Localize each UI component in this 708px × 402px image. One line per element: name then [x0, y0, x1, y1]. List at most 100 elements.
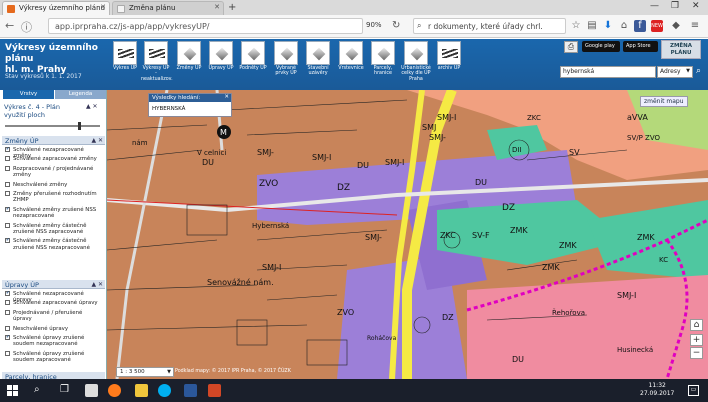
tool-upravy-up[interactable]: Úpravy ÚP	[206, 41, 236, 71]
checkbox-icon[interactable]: ✔	[5, 238, 10, 244]
map-label-ul1: Roháčova	[367, 335, 397, 342]
search-icon[interactable]: ⌕	[34, 384, 40, 395]
place-type-select[interactable]: Adresy ▼	[657, 66, 693, 78]
checkbox-icon[interactable]	[5, 222, 10, 228]
notification-icon[interactable]: ▭	[688, 385, 699, 396]
zoom-out-button[interactable]: −	[690, 347, 703, 359]
bookmark-star-icon[interactable]: ☆	[570, 20, 582, 32]
new-tab-icon[interactable]: +	[228, 2, 236, 13]
layer-checkbox[interactable]: Schválené změny částečně zrušené NSS zap…	[5, 222, 102, 236]
layer-checkbox[interactable]: Rozpracované / projednávané změny	[5, 165, 102, 179]
shield-icon[interactable]: ◆	[670, 20, 682, 32]
tool-zmeny-up[interactable]: Změny ÚP	[174, 41, 204, 71]
tool-vykres-up[interactable]: Výkres ÚP	[110, 41, 140, 71]
layer-checkbox[interactable]: Změny přerušené rozhodnutím ZHMP	[5, 191, 102, 204]
collapse-icon[interactable]: ▲ ✕	[91, 137, 103, 144]
skype-icon[interactable]	[158, 384, 171, 397]
search-field[interactable]: ⌕ r dokumenty, které úřady chrl.	[413, 18, 566, 34]
close-icon[interactable]: ✕	[224, 94, 229, 100]
checkbox-icon[interactable]	[5, 156, 10, 162]
layer-checkbox[interactable]: ✔ Schválené úpravy zrušené soudem nezapra…	[5, 335, 102, 348]
tool-parcely-hranice[interactable]: Parcely, hranice	[368, 41, 398, 77]
home-icon[interactable]: ⌂	[618, 20, 630, 32]
tab-vrstvy[interactable]: Vrstvy	[3, 90, 54, 99]
layer-checkbox[interactable]: ✔ Schválené změny zrušené NSS nezapracova…	[5, 206, 102, 220]
tool-podnety-up[interactable]: Podněty ÚP	[238, 41, 268, 71]
checkbox-icon[interactable]	[5, 325, 10, 331]
checkbox-icon[interactable]	[5, 181, 10, 187]
checkbox-icon[interactable]	[5, 165, 10, 171]
word-icon[interactable]	[184, 384, 197, 397]
scale-select[interactable]: 1 : 3 500 ▼	[116, 367, 174, 377]
info-icon[interactable]: ⓘ	[21, 19, 32, 35]
tool-urbanisticke-celky[interactable]: Urbanistické celky dle ÚP Praha	[401, 41, 431, 82]
checkbox-icon[interactable]	[5, 309, 10, 315]
layers-icon	[113, 41, 137, 65]
app-icon[interactable]	[85, 384, 98, 397]
tool-vykresy-neakt[interactable]: Výkresy ÚP - neaktualizov.	[141, 41, 173, 82]
back-icon[interactable]: ←	[5, 19, 14, 32]
home-view-icon[interactable]: ⌂	[690, 319, 703, 331]
reading-list-icon[interactable]: ▤	[586, 20, 598, 32]
checkbox-icon[interactable]	[5, 350, 10, 356]
menu-icon[interactable]: ≡	[689, 20, 701, 32]
checkbox-icon[interactable]	[5, 300, 10, 306]
map-view[interactable]: M ZVO DZ SMJ- SMJ-I DU DU SMJ-I SMJ- SMJ- DZ SMJ-I…	[107, 90, 708, 379]
tab-legenda[interactable]: Legenda	[55, 90, 106, 99]
google-play-badge[interactable]: Google play	[582, 41, 620, 52]
checkbox-icon[interactable]: ✔	[5, 335, 10, 340]
checkbox-icon[interactable]: ✔	[5, 291, 10, 296]
app-store-badge[interactable]: App Store	[623, 41, 658, 52]
map-canvas[interactable]: M ZVO DZ SMJ- SMJ-I DU DU SMJ-I SMJ- SMJ- DZ SMJ-I…	[107, 90, 708, 379]
minimize-icon[interactable]: —	[650, 1, 659, 11]
zoom-level[interactable]: 90%	[366, 21, 382, 29]
firefox-icon[interactable]	[108, 384, 121, 397]
checkbox-icon[interactable]: ✔	[5, 147, 10, 152]
section-upravy[interactable]: Úpravy ÚP ▲ ✕	[2, 280, 105, 289]
section-zmeny[interactable]: Změny ÚP ▲ ✕	[2, 136, 105, 145]
opacity-slider[interactable]	[5, 125, 100, 127]
layer-checkbox[interactable]: Schválené zapracované změny	[5, 156, 102, 162]
file-explorer-icon[interactable]	[135, 384, 148, 397]
layer-checkbox[interactable]: Projednávané / přerušené úpravy	[5, 309, 102, 323]
layer-controls[interactable]: ▲ ✕	[86, 103, 98, 110]
layer-checkbox[interactable]: Schválené úpravy zrušené soudem zapracov…	[5, 350, 102, 364]
close-window-icon[interactable]: ✕	[692, 1, 700, 11]
facebook-icon[interactable]: f	[634, 20, 646, 32]
search-result-item[interactable]: HYBERNSKÁ	[152, 106, 185, 112]
map-label-sv: SV	[569, 148, 580, 157]
task-view-icon[interactable]: ❐	[60, 384, 69, 395]
new-addon-icon[interactable]: NEW	[651, 20, 663, 32]
search-icon[interactable]: ⌕	[696, 66, 701, 76]
change-plan-button[interactable]: ZMĚNA PLÁNU	[661, 40, 701, 59]
url-field[interactable]: app.iprpraha.cz/js-app/app/vykresyUP/	[48, 18, 363, 34]
place-search-input[interactable]: hybernská	[560, 66, 656, 78]
powerpoint-icon[interactable]	[208, 384, 221, 397]
change-map-button[interactable]: změnit mapu	[640, 96, 688, 107]
reload-icon[interactable]: ↻	[392, 20, 400, 31]
zoom-in-button[interactable]: +	[690, 334, 703, 346]
opacity-slider-handle[interactable]	[78, 122, 81, 130]
tab-vykresy[interactable]: Výkresy územního plánu ✕	[2, 1, 110, 15]
layer-checkbox[interactable]: ✔ Schválené změny částečně zrušené NSS ne…	[5, 238, 102, 251]
tool-vrstevnice[interactable]: Vrstevnice	[336, 41, 366, 71]
layer-checkbox[interactable]: Neschválené úpravy	[5, 325, 102, 332]
windows-start-icon[interactable]	[7, 385, 18, 396]
close-tab-icon[interactable]: ✕	[214, 3, 220, 11]
map-label-smj7: SMJ-I	[617, 291, 636, 300]
maximize-icon[interactable]: ❐	[671, 1, 679, 11]
checkbox-icon[interactable]	[5, 191, 10, 196]
layer-checkbox[interactable]: Schválené zapracované úpravy	[5, 300, 102, 306]
tab-zmena[interactable]: Změna plánu ✕	[112, 1, 224, 15]
checkbox-icon[interactable]: ✔	[5, 206, 10, 212]
tool-vybrane-prvky[interactable]: Vybrané prvky ÚP	[271, 41, 301, 77]
tool-stavebni-uzavery[interactable]: Stavební uzávěry	[303, 41, 333, 77]
clock[interactable]: 11:32 27.09.2017	[640, 382, 674, 398]
tool-archiv-up[interactable]: archiv ÚP	[434, 41, 464, 71]
close-tab-icon[interactable]: ✕	[100, 3, 106, 11]
layer-checkbox[interactable]: Neschválené změny	[5, 181, 102, 188]
checkbox-label: Schválené změny částečně zrušené NSS nez…	[13, 238, 90, 251]
download-icon[interactable]: ⬇	[602, 20, 614, 32]
collapse-icon[interactable]: ▲ ✕	[91, 281, 103, 288]
print-icon[interactable]: ⎙	[564, 41, 578, 53]
